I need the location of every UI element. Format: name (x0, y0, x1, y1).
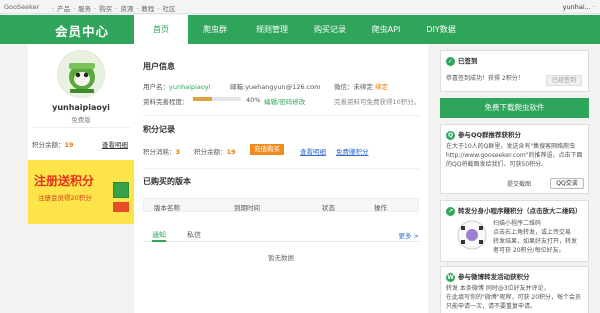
banner-subtitle: 注册会员得20积分 (38, 194, 92, 202)
profile-panel: yunhaipiaoyi 免费版 积分余额：19 查看明细 注册送积分 注册会员… (28, 44, 134, 224)
miniprogram-card: ↗ 转发分身小程序赚积分（点击放大二维码） 扫描小程序二维码 点击右上角转发，或上… (440, 200, 589, 262)
column-status: 状态 (322, 204, 335, 212)
weibo-card: W 参与微博转发活动获积分 转发 本条微博 同时@3位好友并评论， 在此填写你的"… (440, 266, 589, 313)
miniprogram-line-2: 点击右上角转发，或上传交易 (493, 229, 572, 236)
user-menu[interactable]: yunhai... · (563, 3, 595, 11)
menu-buy[interactable]: 购买 (99, 5, 112, 13)
download-crawler-button[interactable]: 免费下载爬虫软件 (440, 98, 589, 118)
menu-service[interactable]: 服务 (78, 5, 91, 13)
column-version-name: 版本名称 (154, 204, 180, 212)
completeness-hint: 完善资料可免费获得10积分。 (334, 98, 421, 106)
points-used: 积分消耗：3 (143, 148, 181, 156)
points-remaining: 积分余额：19 (194, 148, 236, 156)
divider (143, 168, 419, 169)
share-icon: ↗ (446, 207, 455, 216)
divider (32, 127, 130, 128)
completeness-percent: 40% (246, 96, 261, 104)
menu-community[interactable]: 社区 (162, 5, 175, 13)
edit-profile-link[interactable]: 编辑/密码修改 (264, 96, 305, 106)
qq-title: Q 参与QQ群推荐获积分 (446, 131, 522, 140)
more-link[interactable]: 更多 > (398, 230, 419, 240)
signin-text: 恭喜签到成功！获得 2积分！ (446, 75, 524, 82)
signin-card: ✓ 已签到 恭喜签到成功！获得 2积分！ 已经签到 (440, 50, 589, 92)
tab-crawler-group[interactable]: 爬虫群 (188, 15, 242, 44)
miniprogram-line-4: 者可获 20积分/每位好友。 (493, 247, 565, 254)
qq-card: Q 参与QQ群推荐获积分 在大于10人的Q群里，发送含有"集搜客网络爬虫http:… (440, 124, 589, 194)
versions-table-header: 版本名称 到期时间 状态 操作 (143, 198, 419, 212)
menu-resource[interactable]: 资源 (120, 5, 133, 13)
main-nav: 会员中心 首页 爬虫群 规则管理 购买记录 爬虫API DIY数据 (0, 15, 600, 44)
column-expiry: 到期时间 (234, 204, 260, 212)
tab-messages[interactable]: 私信 (187, 230, 201, 240)
points-title: 积分记录 (143, 125, 175, 134)
signed-button[interactable]: 已经签到 (546, 75, 582, 86)
gift-box-icon (113, 182, 129, 198)
crawler-mascot-icon (69, 63, 95, 93)
qq-text: 在大于10人的Q群里，发送含有"集搜客网络爬虫http://www.goosee… (446, 143, 583, 168)
weibo-icon: W (446, 273, 455, 282)
tab-diy-data[interactable]: DIY数据 (413, 15, 469, 44)
notice-tabs: 通知 私信 (143, 228, 419, 242)
menu-product[interactable]: 产品 (57, 5, 70, 13)
qq-chat-button[interactable]: QQ交谈 (550, 178, 584, 189)
brand-link[interactable]: GooSeeker (4, 3, 39, 11)
recharge-button[interactable]: 充值购买 (250, 144, 284, 155)
wechat-row: 微信：未绑定 绑定 (334, 83, 389, 91)
tab-rules[interactable]: 规则管理 (243, 15, 301, 44)
wechat-bind-link[interactable]: 绑定 (375, 83, 388, 91)
signin-title: ✓ 已签到 (446, 57, 478, 66)
top-bar: GooSeeker · 产品 · 服务 · 购买 · 资源 · 教程 · 社区 yunhai... · (0, 0, 600, 14)
completeness-label: 资料完善程度： (143, 98, 189, 106)
page-title: 会员中心 (55, 24, 110, 39)
username-row: 用户名：yunhaipiaoyi (143, 83, 211, 91)
avatar[interactable] (57, 50, 105, 98)
miniprogram-line-1: 扫描小程序二维码 (493, 220, 542, 227)
points-details-link[interactable]: 查看明细 (300, 146, 326, 156)
completeness-progress (193, 97, 241, 101)
qr-code-icon[interactable] (457, 220, 487, 250)
points-details-link[interactable]: 查看明细 (102, 139, 128, 149)
weibo-line-2: 在此填写你的"微博"昵称，可获 20积分，每个会员只能申请一次，请不要重复申请。 (446, 294, 582, 310)
qq-icon: Q (446, 131, 455, 140)
membership-level: 免费版 (71, 116, 91, 124)
empty-state: 暂无数据 (268, 254, 294, 262)
tab-notices[interactable]: 通知 (152, 230, 166, 242)
tab-api[interactable]: 爬虫API (359, 15, 413, 44)
points-balance: 积分余额：19 (32, 141, 74, 149)
tab-purchases[interactable]: 购买记录 (301, 15, 359, 44)
email-row: 邮箱:yuehangyun@126.com (230, 83, 321, 91)
top-menu: · 产品 · 服务 · 购买 · 资源 · 教程 · 社区 (52, 5, 176, 13)
divider (143, 115, 419, 116)
column-action: 操作 (374, 204, 387, 212)
main-content: 用户信息 用户名：yunhaipiaoyi 邮箱:yuehangyun@126.… (134, 44, 428, 313)
register-bonus-banner[interactable]: 注册送积分 注册会员得20积分 (28, 160, 134, 224)
username: yunhaipiaoyi (52, 103, 110, 112)
miniprogram-line-3: 转发结果，如果好友打开，转发 (493, 238, 578, 245)
menu-tutorial[interactable]: 教程 (141, 5, 154, 13)
tab-home[interactable]: 首页 (134, 15, 188, 44)
weibo-title: W 参与微博转发活动获积分 (446, 273, 530, 282)
earn-points-link[interactable]: 免费赚积分 (336, 146, 369, 156)
banner-title: 注册送积分 (34, 174, 95, 188)
check-icon: ✓ (446, 57, 455, 66)
purchased-versions-title: 已购买的版本 (143, 177, 191, 186)
weibo-line-1: 转发 本条微博 同时@3位好友并评论， (446, 285, 550, 292)
submit-screenshot-label: 提交截图 (507, 181, 532, 188)
gift-box-base-icon (113, 202, 129, 212)
miniprogram-title: ↗ 转发分身小程序赚积分（点击放大二维码） (446, 207, 582, 216)
completeness-fill (193, 97, 213, 101)
user-info-title: 用户信息 (143, 62, 175, 71)
